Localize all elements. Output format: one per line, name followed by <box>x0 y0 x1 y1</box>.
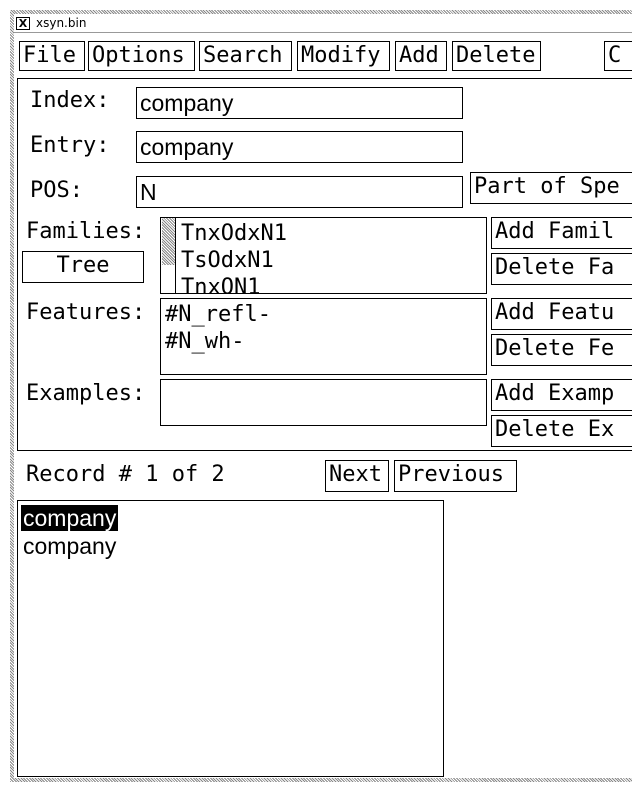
title-bar[interactable]: X xsyn.bin <box>14 14 632 33</box>
add-example-button[interactable]: Add Examp <box>491 379 632 411</box>
menu-file[interactable]: File <box>19 41 85 71</box>
families-label: Families: <box>26 219 146 244</box>
family-item[interactable]: TnxOdxN1 <box>177 220 486 247</box>
examples-list[interactable] <box>160 379 487 426</box>
feature-item[interactable]: #N_wh- <box>161 328 486 355</box>
delete-family-button[interactable]: Delete Fa <box>491 253 632 285</box>
entry-input[interactable]: company <box>136 131 463 163</box>
delete-example-button[interactable]: Delete Ex <box>491 415 632 447</box>
results-list: company company <box>17 500 444 777</box>
entry-label: Entry: <box>30 133 110 158</box>
x-window-icon[interactable]: X <box>16 16 30 30</box>
menu-search[interactable]: Search <box>199 41 292 71</box>
features-list: #N_refl- #N_wh- <box>160 298 487 375</box>
add-feature-button[interactable]: Add Featu <box>491 298 632 330</box>
family-item[interactable]: TnxON1 <box>177 274 486 293</box>
window-title: xsyn.bin <box>36 16 87 30</box>
record-counter: Record # 1 of 2 <box>26 462 225 487</box>
features-label: Features: <box>26 300 146 325</box>
result-item-selected[interactable]: company <box>21 505 119 531</box>
family-item[interactable]: TsOdxN1 <box>177 247 486 274</box>
index-input[interactable]: company <box>136 87 463 119</box>
feature-item[interactable]: #N_refl- <box>161 301 486 328</box>
pos-input[interactable]: N <box>136 176 463 208</box>
scrollbar-thumb[interactable] <box>162 218 175 265</box>
examples-label: Examples: <box>26 381 146 406</box>
menu-c[interactable]: C <box>604 41 632 71</box>
families-scrollbar[interactable] <box>162 218 176 293</box>
families-list: TnxOdxN1 TsOdxN1 TnxON1 <box>160 217 487 294</box>
tree-button[interactable]: Tree <box>22 251 144 283</box>
add-family-button[interactable]: Add Famil <box>491 217 632 249</box>
delete-feature-button[interactable]: Delete Fe <box>491 334 632 366</box>
pos-label: POS: <box>30 178 83 203</box>
menu-add[interactable]: Add <box>395 41 447 71</box>
menu-delete[interactable]: Delete <box>452 41 541 71</box>
menu-modify[interactable]: Modify <box>297 41 390 71</box>
next-button[interactable]: Next <box>325 460 389 492</box>
menu-options[interactable]: Options <box>88 41 195 71</box>
part-of-speech-button[interactable]: Part of Spe <box>470 172 632 204</box>
previous-button[interactable]: Previous <box>394 460 517 492</box>
result-item[interactable]: company <box>21 532 443 560</box>
index-label: Index: <box>30 88 110 113</box>
